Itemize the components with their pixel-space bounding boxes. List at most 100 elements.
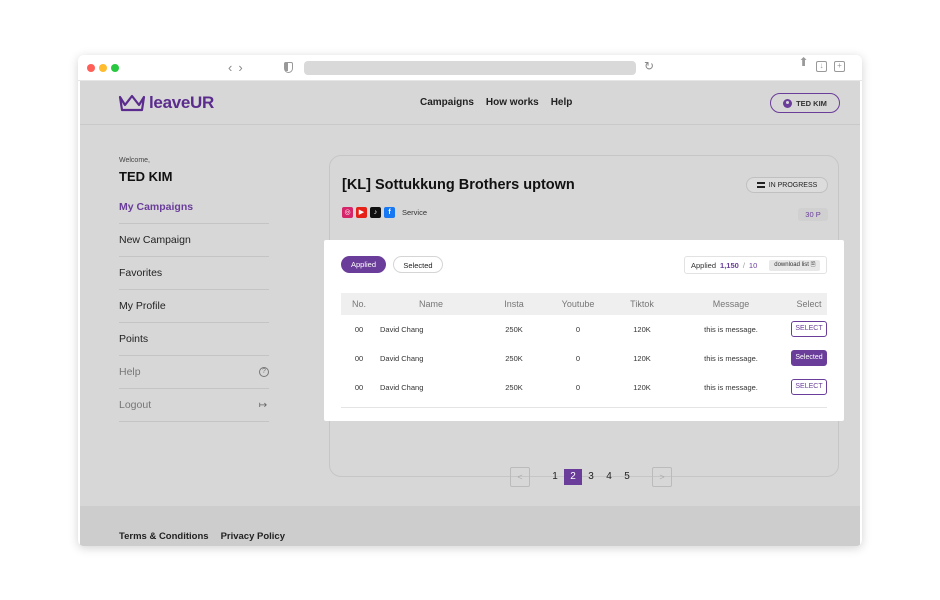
sidebar-item-favorites[interactable]: Favorites (119, 257, 269, 290)
cell-no: 00 (354, 354, 364, 363)
user-menu-label: TED KIM (796, 98, 827, 108)
minimize-window-button[interactable] (99, 64, 107, 72)
next-page-button[interactable]: > (652, 467, 672, 487)
logout-icon: ↦ (258, 399, 268, 411)
applied-counter: Applied 1,150 / 10 download list 🗎 (684, 256, 827, 274)
terms-link[interactable]: Terms & Conditions (119, 531, 209, 542)
cell-youtube: 0 (575, 354, 581, 363)
table-row: 00 David Chang 250K 0 120K this is messa… (341, 344, 827, 373)
table-header: No. Name Insta Youtube Tiktok Message Se… (341, 293, 827, 315)
selected-button[interactable]: Selected (791, 350, 827, 366)
sidebar-item-label: My Profile (119, 300, 166, 312)
cell-name: David Chang (380, 383, 424, 392)
download-list-button[interactable]: download list 🗎 (769, 259, 821, 271)
column-header-no: No. (351, 299, 366, 309)
status-icon (756, 182, 765, 188)
select-button[interactable]: SELECT (791, 321, 827, 337)
user-menu-button[interactable]: TED KIM (770, 93, 840, 113)
status-badge: IN PROGRESS (746, 177, 828, 193)
column-header-youtube: Youtube (561, 299, 595, 309)
cell-tiktok: 120K (633, 354, 651, 363)
column-header-name: Name (418, 299, 443, 309)
sidebar-item-logout[interactable]: Logout ↦ (119, 389, 269, 422)
page-number[interactable]: 4 (600, 469, 618, 485)
crown-icon (118, 94, 146, 112)
page-number[interactable]: 1 (546, 469, 564, 485)
site-footer: Terms & Conditions Privacy Policy (80, 506, 860, 546)
cell-no: 00 (354, 383, 364, 392)
sidebar-item-new-campaign[interactable]: New Campaign (119, 224, 269, 257)
sidebar-item-label: My Campaigns (119, 201, 194, 213)
logo-wordmark: leaveUR (149, 93, 214, 112)
campaign-category: Service (402, 208, 428, 217)
top-nav: Campaigns How works Help (420, 97, 572, 108)
applicants-panel: Applied Selected Applied 1,150 / 10 down… (324, 240, 844, 421)
shield-icon[interactable] (284, 62, 293, 73)
page-number-current[interactable]: 2 (564, 469, 582, 485)
nav-campaigns[interactable]: Campaigns (420, 97, 474, 108)
select-button[interactable]: SELECT (791, 379, 827, 395)
facebook-icon: f (384, 207, 395, 218)
cell-tiktok: 120K (633, 325, 651, 334)
cell-name: David Chang (380, 354, 424, 363)
cell-insta: 250K (505, 325, 523, 334)
cell-message: this is message. (704, 325, 758, 334)
page-number[interactable]: 5 (618, 469, 636, 485)
selection-total: 10 (748, 260, 758, 270)
applied-count: 1,150 (720, 260, 739, 270)
prev-page-button[interactable]: < (510, 467, 530, 487)
logo[interactable]: leaveUR (118, 91, 214, 115)
maximize-window-button[interactable] (111, 64, 119, 72)
column-header-select: Select (796, 299, 822, 309)
sidebar-item-label: New Campaign (119, 234, 191, 246)
help-circle-icon: ? (259, 367, 269, 377)
pagination: < 1 2 3 4 5 > (510, 467, 672, 487)
download-icon[interactable]: ↓ (816, 61, 827, 72)
sidebar-item-label: Logout (119, 399, 152, 411)
privacy-link[interactable]: Privacy Policy (221, 531, 285, 542)
counter-label: Applied (691, 260, 717, 270)
sidebar-item-label: Favorites (119, 267, 163, 279)
sidebar-nav: My Campaigns New Campaign Favorites My P… (119, 191, 269, 422)
counter-separator: / (742, 260, 745, 270)
cell-insta: 250K (505, 354, 523, 363)
tab-applied[interactable]: Applied (341, 256, 386, 273)
browser-toolbar: ‹› ↻ ⬆ ↓ + (78, 55, 862, 81)
sidebar-item-my-profile[interactable]: My Profile (119, 290, 269, 323)
page-number[interactable]: 3 (582, 469, 600, 485)
youtube-icon: ▶ (356, 207, 367, 218)
sidebar-item-help[interactable]: Help ? (119, 356, 269, 389)
instagram-icon: ◎ (342, 207, 353, 218)
table-divider (341, 407, 827, 408)
close-window-button[interactable] (87, 64, 95, 72)
column-header-message: Message (712, 299, 750, 309)
address-bar[interactable] (304, 61, 636, 75)
cell-message: this is message. (704, 383, 758, 392)
user-icon (783, 98, 793, 108)
page-numbers: 1 2 3 4 5 (546, 469, 636, 485)
sidebar-item-label: Points (119, 333, 149, 345)
table-row: 00 David Chang 250K 0 120K this is messa… (341, 373, 827, 402)
status-label: IN PROGRESS (768, 181, 818, 189)
column-header-tiktok: Tiktok (630, 299, 654, 309)
cell-no: 00 (354, 325, 364, 334)
sidebar-item-label: Help (119, 366, 141, 378)
nav-help[interactable]: Help (551, 97, 573, 108)
tab-selected[interactable]: Selected (393, 256, 443, 273)
table-row: 00 David Chang 250K 0 120K this is messa… (341, 315, 827, 344)
nav-how-works[interactable]: How works (486, 97, 539, 108)
download-list-label: download list (774, 261, 809, 268)
new-tab-icon[interactable]: + (834, 61, 845, 72)
sidebar-item-points[interactable]: Points (119, 323, 269, 356)
back-forward-icons[interactable]: ‹› (228, 60, 249, 75)
footer-links: Terms & Conditions Privacy Policy (119, 531, 285, 542)
cell-tiktok: 120K (633, 383, 651, 392)
cell-name: David Chang (380, 325, 424, 334)
cell-youtube: 0 (575, 383, 581, 392)
column-header-insta: Insta (504, 299, 524, 309)
cell-insta: 250K (505, 383, 523, 392)
share-icon[interactable]: ⬆ (798, 56, 809, 69)
cell-youtube: 0 (575, 325, 581, 334)
sidebar-item-my-campaigns[interactable]: My Campaigns (119, 191, 269, 224)
reload-icon[interactable]: ↻ (644, 59, 654, 73)
